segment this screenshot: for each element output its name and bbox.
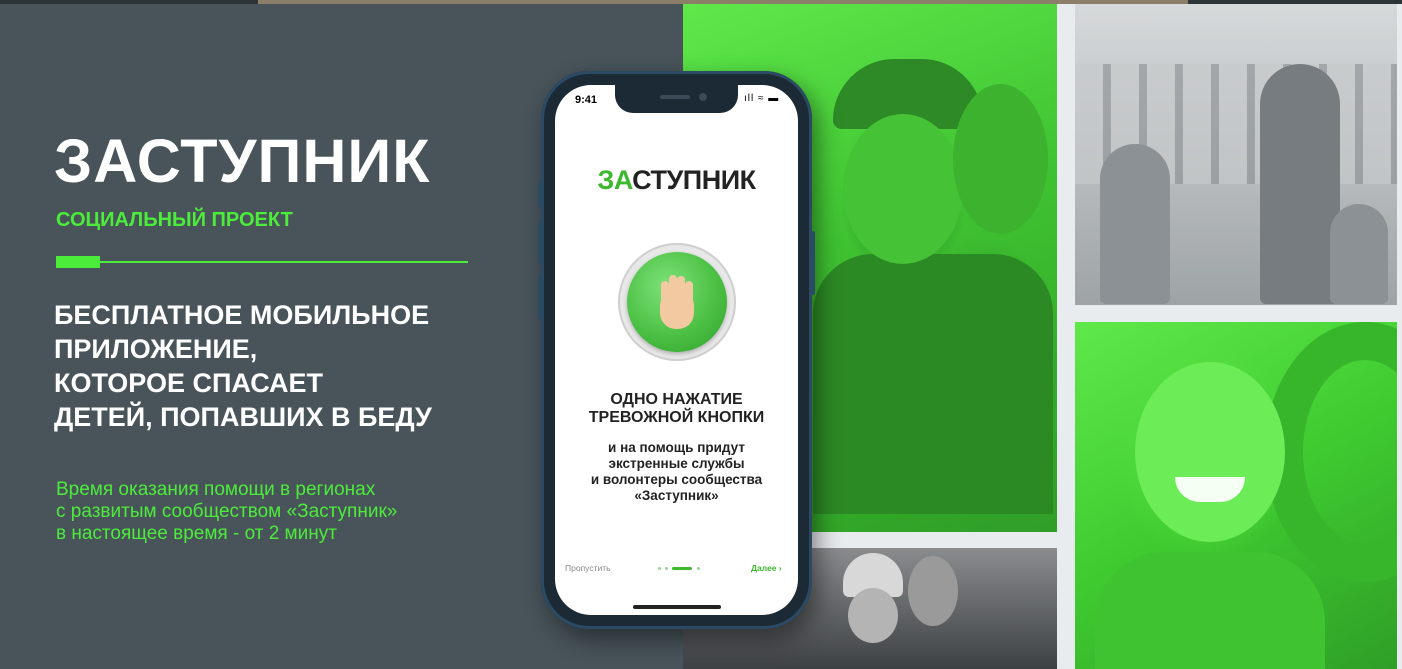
app-logo-text: СТУПНИК — [632, 165, 756, 195]
photo-figure — [1095, 552, 1325, 669]
photo-figure — [1135, 362, 1285, 542]
phone-side-button — [538, 275, 542, 319]
photo-figure — [1260, 64, 1340, 304]
status-icons: ıll ≈ ▬ — [744, 93, 780, 104]
status-time: 9:41 — [575, 94, 598, 106]
next-button[interactable]: Далее › — [751, 563, 782, 573]
speaker-grille — [660, 95, 690, 99]
app-logo: ЗАСТУПНИК — [555, 165, 798, 196]
skip-button[interactable]: Пропустить — [565, 563, 611, 573]
photo-figure — [1100, 144, 1170, 304]
photo-figure — [908, 556, 958, 626]
photo-figure — [1330, 204, 1388, 304]
brand-title: ЗАСТУПНИК — [54, 127, 431, 195]
pager-dot — [658, 567, 661, 570]
brand-subtitle: СОЦИАЛЬНЫЙ ПРОЕКТ — [56, 209, 293, 231]
raised-hand-icon — [660, 275, 694, 329]
phone-side-button — [538, 221, 542, 265]
divider-line — [56, 261, 468, 263]
photo-smiling-girl — [1075, 322, 1397, 669]
hand-palm — [660, 295, 694, 329]
promo-headline: БЕСПЛАТНОЕ МОБИЛЬНОЕ ПРИЛОЖЕНИЕ, КОТОРОЕ… — [54, 300, 432, 432]
divider-accent — [56, 256, 100, 268]
pager-dot — [697, 567, 700, 570]
phone-notch — [615, 85, 738, 113]
camera-icon — [699, 93, 707, 101]
home-indicator — [633, 605, 721, 609]
phone-side-button — [538, 181, 542, 207]
pager-dot-active — [672, 567, 692, 570]
photo-figure — [843, 114, 963, 264]
screen-description: и на помощь придут экстренные службы и в… — [590, 440, 763, 503]
alarm-button[interactable] — [618, 243, 736, 361]
phone-side-button — [811, 231, 815, 295]
photo-figure — [813, 254, 1053, 514]
onboarding-pager — [658, 567, 708, 571]
phone-mockup: 9:41 ıll ≈ ▬ ЗАСТУПНИК ОДНО НАЖАТИЕ ТРЕВ… — [538, 71, 815, 629]
response-time-info: Время оказания помощи в регионах с разви… — [56, 479, 398, 544]
photo-mother-with-daughters — [1075, 4, 1397, 305]
app-logo-accent: ЗА — [597, 165, 633, 195]
photo-figure — [848, 588, 898, 643]
pager-dot — [665, 567, 668, 570]
phone-screen: 9:41 ıll ≈ ▬ ЗАСТУПНИК ОДНО НАЖАТИЕ ТРЕВ… — [555, 85, 798, 615]
alarm-button-core[interactable] — [627, 252, 727, 352]
photo-figure — [953, 84, 1048, 234]
screen-headline: ОДНО НАЖАТИЕ ТРЕВОЖНОЙ КНОПКИ — [588, 391, 765, 426]
